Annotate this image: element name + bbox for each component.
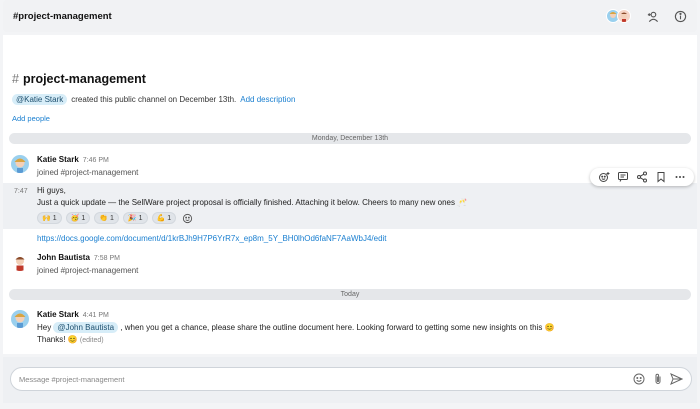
message-time: 4:41 PM	[82, 312, 109, 319]
reaction-chip[interactable]: 🙌 1	[37, 212, 62, 224]
emoji-icon[interactable]	[632, 373, 645, 386]
message-line: Just a quick update — the SellWare proje…	[37, 198, 468, 207]
reaction-emoji: 👏	[99, 215, 108, 222]
reaction-chip[interactable]: 🎉 1	[122, 212, 148, 224]
message-time: 7:58 PM	[93, 255, 120, 262]
edited-label: (edited)	[79, 337, 104, 344]
author-name[interactable]: Katie Stark	[37, 155, 79, 164]
avatar	[617, 9, 631, 23]
add-people-link[interactable]: Add people	[12, 114, 697, 123]
channel-name: project-management	[22, 72, 146, 86]
add-description-link[interactable]: Add description	[240, 95, 295, 104]
author-name[interactable]: John Bautista	[37, 253, 90, 262]
attach-icon[interactable]	[651, 373, 664, 386]
member-avatars[interactable]	[606, 9, 631, 23]
reaction-chip[interactable]: 💪 1	[151, 212, 177, 224]
reaction-count: 1	[52, 214, 57, 222]
more-icon[interactable]	[674, 171, 686, 183]
avatar[interactable]	[11, 253, 29, 271]
reaction-emoji: 🙌	[42, 215, 51, 222]
created-text: created this public channel on December …	[71, 95, 237, 104]
channel-header: #project-management	[3, 0, 697, 32]
message-line: Thanks! 😊 (edited)	[37, 334, 555, 347]
reaction-count: 1	[167, 214, 172, 222]
message-input-placeholder: Message #project-management	[19, 374, 125, 384]
share-icon[interactable]	[636, 171, 648, 183]
author-name[interactable]: Katie Stark	[37, 310, 79, 319]
reaction-emoji: 🎉	[127, 215, 137, 222]
reaction-chip[interactable]: 🥳 1	[65, 212, 91, 224]
info-icon[interactable]	[673, 9, 687, 23]
message-actions-toolbar	[590, 168, 694, 186]
reaction-chip[interactable]: 👏 1	[94, 212, 119, 224]
message-body: John Bautista 7:58 PM joined #project-man…	[37, 252, 138, 277]
bookmark-icon[interactable]	[655, 171, 667, 183]
message-list: # project-management @Katie Stark create…	[3, 35, 697, 354]
message-item-hovered[interactable]: 7:47 Hi guys, Just a quick update — the …	[3, 183, 697, 229]
message-text: joined #project-management	[37, 266, 139, 275]
channel-title: # project-management	[12, 72, 697, 86]
creator-mention[interactable]: @Katie Stark	[12, 94, 68, 105]
date-divider: Monday, December 13th	[9, 133, 691, 144]
message-text: Hey	[37, 323, 52, 332]
header-actions	[606, 9, 687, 23]
reply-thread-icon[interactable]	[617, 171, 629, 183]
avatar[interactable]	[11, 155, 29, 173]
add-person-icon[interactable]	[645, 9, 659, 23]
message-text: Thanks! 😊	[37, 335, 78, 344]
reaction-count: 1	[81, 214, 86, 222]
message-text: joined #project-management	[37, 168, 139, 177]
add-reaction-icon[interactable]	[180, 212, 194, 224]
document-link[interactable]: https://docs.google.com/document/d/1krBJ…	[37, 234, 387, 243]
message-body: Katie Stark 4:41 PM Hey @John Bautista , …	[37, 309, 555, 347]
message-body: Hi guys, Just a quick update — the SellW…	[37, 185, 467, 209]
user-mention[interactable]: @John Bautista	[53, 322, 119, 333]
add-reaction-icon[interactable]	[598, 171, 610, 183]
composer-area: Message #project-management	[3, 357, 697, 403]
reaction-count: 1	[109, 214, 114, 222]
message-text: , when you get a chance, please share th…	[120, 323, 555, 332]
header-title: #project-management	[13, 10, 112, 22]
avatar[interactable]	[11, 310, 29, 328]
channel-intro: # project-management @Katie Stark create…	[3, 35, 697, 123]
date-divider: Today	[9, 289, 691, 300]
message-body: Katie Stark 7:46 PM joined #project-manag…	[37, 154, 138, 179]
channel-created-line: @Katie Stark created this public channel…	[12, 94, 697, 105]
message-time: 7:46 PM	[82, 157, 109, 164]
message-time: 7:47	[14, 188, 28, 195]
message-line: Hi guys,	[37, 186, 66, 195]
reaction-emoji: 🥳	[70, 215, 80, 222]
reaction-bar: 🙌 1 🥳 1 👏 1 🎉 1 💪 1	[37, 212, 194, 224]
reaction-count: 1	[138, 214, 143, 222]
message-input[interactable]: Message #project-management	[10, 367, 692, 391]
reaction-emoji: 💪	[156, 215, 166, 222]
message-line: Hey @John Bautista , when you get a chan…	[37, 322, 555, 334]
composer-actions	[632, 373, 683, 386]
hash-icon: #	[12, 72, 19, 86]
send-icon[interactable]	[670, 373, 683, 386]
